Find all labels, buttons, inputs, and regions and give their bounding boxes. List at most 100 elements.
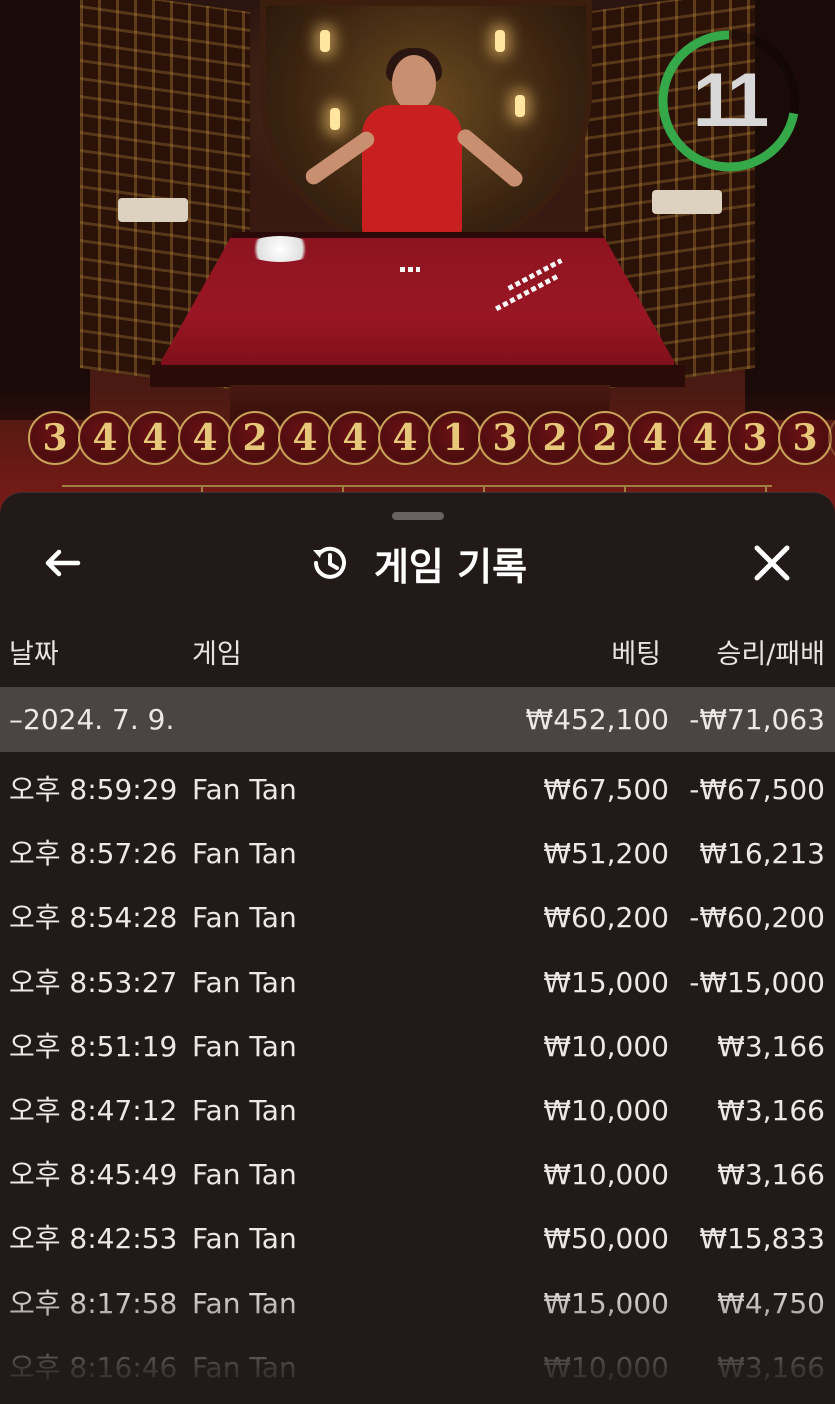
history-row[interactable]: 오후 8:57:26 Fan Tan ₩51,200 ₩16,213	[0, 822, 835, 886]
row-bet-amount: ₩15,000	[543, 1286, 669, 1320]
roadmap-result-coin: 4	[328, 411, 382, 465]
roadmap-result-coin: 4	[378, 411, 432, 465]
roadmap-result-coin: 2	[228, 411, 282, 465]
roadmap-result-coin: 3	[828, 411, 835, 465]
vase-pedestal	[118, 198, 188, 222]
roadmap-result-coin: 4	[278, 411, 332, 465]
row-win-loss-amount: ₩3,166	[717, 1158, 825, 1192]
history-row[interactable]: 오후 8:17:58 Fan Tan ₩15,000 ₩4,750	[0, 1272, 835, 1336]
column-header-game: 게임	[192, 639, 242, 670]
countdown-number: 11	[692, 58, 769, 143]
roadmap-result-coin: 4	[128, 411, 182, 465]
row-bet-amount: ₩10,000	[543, 1350, 669, 1384]
date-group-total-bet: ₩452,100	[525, 703, 669, 736]
row-time: 오후 8:17:58	[9, 1286, 178, 1320]
date-group-total-win-loss: -₩71,063	[689, 703, 825, 736]
roadmap-result-coin: 2	[528, 411, 582, 465]
close-button[interactable]	[748, 539, 796, 587]
results-roadmap: 34442444132244333	[28, 411, 835, 465]
row-win-loss-amount: ₩3,166	[717, 1094, 825, 1127]
row-time: 오후 8:53:27	[9, 965, 178, 999]
history-row[interactable]: 오후 8:47:12 Fan Tan ₩10,000 ₩3,166	[0, 1079, 835, 1143]
roadmap-result-coin: 4	[678, 411, 732, 465]
column-header-bet: 베팅	[611, 639, 661, 670]
roadmap-result-coin: 4	[78, 411, 132, 465]
dealer-head	[392, 55, 436, 111]
lamp	[330, 108, 340, 130]
fan-tan-table	[155, 232, 680, 372]
table-edge	[150, 365, 685, 387]
beads-group	[400, 267, 420, 272]
row-time: 오후 8:57:26	[9, 837, 178, 871]
roadmap-result-coin: 3	[728, 411, 782, 465]
row-game-name: Fan Tan	[192, 1222, 297, 1256]
row-win-loss-amount: ₩3,166	[717, 1350, 825, 1384]
row-game-name: Fan Tan	[192, 901, 297, 935]
row-win-loss-amount: ₩3,166	[717, 1029, 825, 1063]
row-time: 오후 8:54:28	[9, 901, 178, 935]
row-win-loss-amount: ₩16,213	[699, 837, 825, 871]
row-win-loss-amount: -₩67,500	[689, 773, 825, 806]
row-time: 오후 8:51:19	[9, 1029, 178, 1063]
row-win-loss-amount: ₩15,833	[699, 1222, 825, 1256]
row-time: 오후 8:59:29	[9, 773, 178, 806]
vase-pedestal	[652, 190, 722, 214]
lamp	[495, 30, 505, 52]
roadmap-result-coin: 3	[478, 411, 532, 465]
row-time: 오후 8:42:53	[9, 1222, 178, 1256]
countdown-timer: 11	[655, 27, 803, 175]
column-header-win-loss: 승리/패배	[716, 639, 825, 670]
row-time: 오후 8:47:12	[9, 1094, 178, 1127]
row-bet-amount: ₩51,200	[543, 837, 669, 871]
drag-handle[interactable]	[392, 512, 444, 520]
sheet-header: 게임 기록	[0, 525, 835, 601]
row-win-loss-amount: ₩4,750	[717, 1286, 825, 1320]
app-screen: 11 34442444132244333 게임 기록	[0, 0, 835, 1404]
title-group: 게임 기록	[0, 525, 835, 601]
lamp	[515, 95, 525, 117]
history-row[interactable]: 오후 8:59:29 Fan Tan ₩67,500 -₩67,500	[0, 758, 835, 822]
row-bet-amount: ₩10,000	[543, 1158, 669, 1192]
row-game-name: Fan Tan	[192, 1029, 297, 1063]
game-history-sheet: 게임 기록 날짜 게임 베팅 승리/패배 –2024. 7. 9. ₩452,1…	[0, 492, 835, 1404]
roadmap-result-coin: 1	[428, 411, 482, 465]
dealer-dress	[362, 105, 462, 235]
arrow-left-icon	[45, 549, 81, 577]
row-bet-amount: ₩50,000	[543, 1222, 669, 1256]
history-row[interactable]: 오후 8:45:49 Fan Tan ₩10,000 ₩3,166	[0, 1143, 835, 1207]
history-row[interactable]: 오후 8:53:27 Fan Tan ₩15,000 -₩15,000	[0, 951, 835, 1015]
row-game-name: Fan Tan	[192, 837, 297, 871]
row-game-name: Fan Tan	[192, 1350, 297, 1384]
row-game-name: Fan Tan	[192, 965, 297, 999]
row-bet-amount: ₩10,000	[543, 1029, 669, 1063]
row-bet-amount: ₩60,200	[543, 901, 669, 935]
row-bet-amount: ₩15,000	[543, 965, 669, 999]
row-win-loss-amount: -₩60,200	[689, 901, 825, 935]
history-row[interactable]: 오후 8:16:46 Fan Tan ₩10,000 ₩3,166	[0, 1336, 835, 1400]
row-win-loss-amount: -₩15,000	[689, 965, 825, 999]
column-header-date: 날짜	[9, 639, 59, 670]
live-video: 11 34442444132244333	[0, 0, 835, 520]
history-row[interactable]: 오후 8:42:53 Fan Tan ₩50,000 ₩15,833	[0, 1207, 835, 1271]
sheet-title: 게임 기록	[373, 544, 528, 589]
beads-pile	[245, 236, 315, 262]
row-game-name: Fan Tan	[192, 1286, 297, 1320]
back-button[interactable]	[38, 539, 86, 587]
history-row[interactable]: 오후 8:51:19 Fan Tan ₩10,000 ₩3,166	[0, 1015, 835, 1079]
roadmap-result-coin: 3	[28, 411, 82, 465]
lamp	[320, 30, 330, 52]
history-row[interactable]: 오후 8:54:28 Fan Tan ₩60,200 -₩60,200	[0, 886, 835, 950]
roadmap-result-coin: 4	[628, 411, 682, 465]
row-game-name: Fan Tan	[192, 1094, 297, 1127]
roadmap-result-coin: 2	[578, 411, 632, 465]
history-clock-icon	[312, 546, 346, 579]
close-icon	[754, 545, 790, 581]
row-game-name: Fan Tan	[192, 773, 297, 806]
row-game-name: Fan Tan	[192, 1158, 297, 1192]
date-group-row[interactable]: –2024. 7. 9. ₩452,100 -₩71,063	[0, 687, 835, 752]
roadmap-result-coin: 4	[178, 411, 232, 465]
row-time: 오후 8:16:46	[9, 1350, 178, 1384]
row-bet-amount: ₩10,000	[543, 1094, 669, 1127]
wall-left	[0, 0, 90, 420]
row-time: 오후 8:45:49	[9, 1158, 178, 1192]
